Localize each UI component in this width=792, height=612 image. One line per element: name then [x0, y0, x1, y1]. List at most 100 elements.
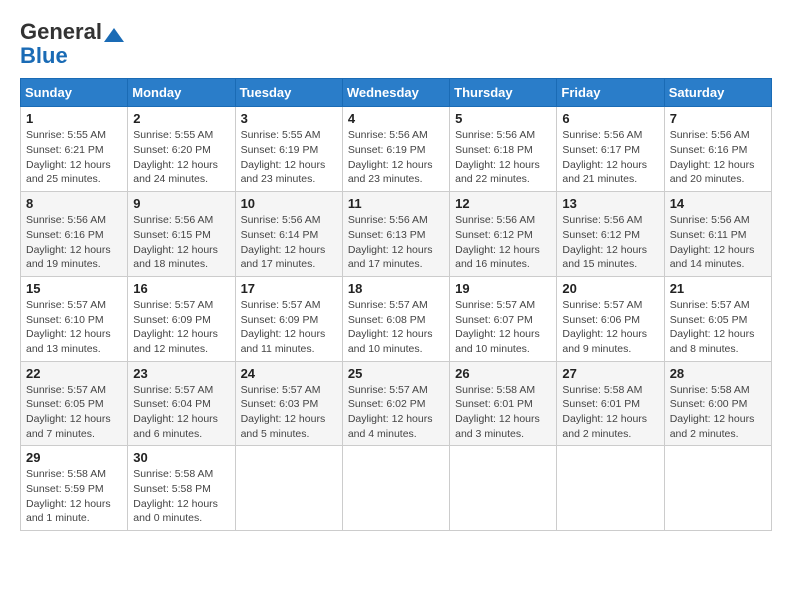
day-number: 5 — [455, 111, 551, 126]
day-cell-4: 4 Sunrise: 5:56 AMSunset: 6:19 PMDayligh… — [342, 107, 449, 192]
day-info: Sunrise: 5:55 AMSunset: 6:21 PMDaylight:… — [26, 129, 111, 185]
day-header-saturday: Saturday — [664, 79, 771, 107]
day-cell-3: 3 Sunrise: 5:55 AMSunset: 6:19 PMDayligh… — [235, 107, 342, 192]
day-info: Sunrise: 5:57 AMSunset: 6:02 PMDaylight:… — [348, 384, 433, 440]
empty-cell — [557, 446, 664, 531]
day-number: 10 — [241, 196, 337, 211]
day-info: Sunrise: 5:57 AMSunset: 6:04 PMDaylight:… — [133, 384, 218, 440]
day-number: 22 — [26, 366, 122, 381]
day-info: Sunrise: 5:56 AMSunset: 6:16 PMDaylight:… — [26, 214, 111, 270]
day-cell-9: 9 Sunrise: 5:56 AMSunset: 6:15 PMDayligh… — [128, 192, 235, 277]
week-row-4: 22 Sunrise: 5:57 AMSunset: 6:05 PMDaylig… — [21, 361, 772, 446]
day-cell-19: 19 Sunrise: 5:57 AMSunset: 6:07 PMDaylig… — [450, 276, 557, 361]
day-header-monday: Monday — [128, 79, 235, 107]
day-number: 13 — [562, 196, 658, 211]
logo-blue-text: Blue — [20, 43, 68, 68]
day-info: Sunrise: 5:57 AMSunset: 6:09 PMDaylight:… — [241, 299, 326, 355]
day-number: 19 — [455, 281, 551, 296]
day-cell-11: 11 Sunrise: 5:56 AMSunset: 6:13 PMDaylig… — [342, 192, 449, 277]
day-cell-29: 29 Sunrise: 5:58 AMSunset: 5:59 PMDaylig… — [21, 446, 128, 531]
empty-cell — [450, 446, 557, 531]
day-number: 23 — [133, 366, 229, 381]
day-info: Sunrise: 5:55 AMSunset: 6:20 PMDaylight:… — [133, 129, 218, 185]
day-cell-25: 25 Sunrise: 5:57 AMSunset: 6:02 PMDaylig… — [342, 361, 449, 446]
day-cell-14: 14 Sunrise: 5:56 AMSunset: 6:11 PMDaylig… — [664, 192, 771, 277]
day-info: Sunrise: 5:58 AMSunset: 6:00 PMDaylight:… — [670, 384, 755, 440]
day-info: Sunrise: 5:56 AMSunset: 6:13 PMDaylight:… — [348, 214, 433, 270]
day-cell-15: 15 Sunrise: 5:57 AMSunset: 6:10 PMDaylig… — [21, 276, 128, 361]
day-info: Sunrise: 5:56 AMSunset: 6:19 PMDaylight:… — [348, 129, 433, 185]
day-cell-13: 13 Sunrise: 5:56 AMSunset: 6:12 PMDaylig… — [557, 192, 664, 277]
day-header-tuesday: Tuesday — [235, 79, 342, 107]
week-row-3: 15 Sunrise: 5:57 AMSunset: 6:10 PMDaylig… — [21, 276, 772, 361]
day-info: Sunrise: 5:56 AMSunset: 6:17 PMDaylight:… — [562, 129, 647, 185]
day-number: 27 — [562, 366, 658, 381]
day-header-friday: Friday — [557, 79, 664, 107]
day-cell-6: 6 Sunrise: 5:56 AMSunset: 6:17 PMDayligh… — [557, 107, 664, 192]
day-number: 28 — [670, 366, 766, 381]
day-info: Sunrise: 5:56 AMSunset: 6:15 PMDaylight:… — [133, 214, 218, 270]
day-cell-12: 12 Sunrise: 5:56 AMSunset: 6:12 PMDaylig… — [450, 192, 557, 277]
day-info: Sunrise: 5:57 AMSunset: 6:05 PMDaylight:… — [670, 299, 755, 355]
calendar-body: 1 Sunrise: 5:55 AMSunset: 6:21 PMDayligh… — [21, 107, 772, 531]
day-number: 8 — [26, 196, 122, 211]
day-cell-28: 28 Sunrise: 5:58 AMSunset: 6:00 PMDaylig… — [664, 361, 771, 446]
day-number: 11 — [348, 196, 444, 211]
day-info: Sunrise: 5:56 AMSunset: 6:18 PMDaylight:… — [455, 129, 540, 185]
day-number: 30 — [133, 450, 229, 465]
day-number: 3 — [241, 111, 337, 126]
day-number: 15 — [26, 281, 122, 296]
day-cell-22: 22 Sunrise: 5:57 AMSunset: 6:05 PMDaylig… — [21, 361, 128, 446]
logo-icon — [104, 28, 124, 42]
calendar-header: SundayMondayTuesdayWednesdayThursdayFrid… — [21, 79, 772, 107]
day-info: Sunrise: 5:57 AMSunset: 6:09 PMDaylight:… — [133, 299, 218, 355]
day-info: Sunrise: 5:57 AMSunset: 6:03 PMDaylight:… — [241, 384, 326, 440]
day-header-wednesday: Wednesday — [342, 79, 449, 107]
day-cell-2: 2 Sunrise: 5:55 AMSunset: 6:20 PMDayligh… — [128, 107, 235, 192]
day-number: 25 — [348, 366, 444, 381]
day-info: Sunrise: 5:58 AMSunset: 5:59 PMDaylight:… — [26, 468, 111, 524]
day-cell-21: 21 Sunrise: 5:57 AMSunset: 6:05 PMDaylig… — [664, 276, 771, 361]
header-row: SundayMondayTuesdayWednesdayThursdayFrid… — [21, 79, 772, 107]
day-number: 17 — [241, 281, 337, 296]
day-cell-26: 26 Sunrise: 5:58 AMSunset: 6:01 PMDaylig… — [450, 361, 557, 446]
day-info: Sunrise: 5:58 AMSunset: 6:01 PMDaylight:… — [562, 384, 647, 440]
day-cell-8: 8 Sunrise: 5:56 AMSunset: 6:16 PMDayligh… — [21, 192, 128, 277]
page-header: General Blue — [20, 20, 772, 68]
day-number: 26 — [455, 366, 551, 381]
day-cell-7: 7 Sunrise: 5:56 AMSunset: 6:16 PMDayligh… — [664, 107, 771, 192]
day-number: 1 — [26, 111, 122, 126]
day-number: 18 — [348, 281, 444, 296]
day-number: 24 — [241, 366, 337, 381]
day-header-thursday: Thursday — [450, 79, 557, 107]
empty-cell — [664, 446, 771, 531]
week-row-1: 1 Sunrise: 5:55 AMSunset: 6:21 PMDayligh… — [21, 107, 772, 192]
day-cell-1: 1 Sunrise: 5:55 AMSunset: 6:21 PMDayligh… — [21, 107, 128, 192]
day-cell-5: 5 Sunrise: 5:56 AMSunset: 6:18 PMDayligh… — [450, 107, 557, 192]
day-cell-27: 27 Sunrise: 5:58 AMSunset: 6:01 PMDaylig… — [557, 361, 664, 446]
day-cell-30: 30 Sunrise: 5:58 AMSunset: 5:58 PMDaylig… — [128, 446, 235, 531]
day-number: 20 — [562, 281, 658, 296]
day-info: Sunrise: 5:55 AMSunset: 6:19 PMDaylight:… — [241, 129, 326, 185]
logo-general: General — [20, 19, 102, 44]
day-number: 21 — [670, 281, 766, 296]
day-cell-24: 24 Sunrise: 5:57 AMSunset: 6:03 PMDaylig… — [235, 361, 342, 446]
day-cell-20: 20 Sunrise: 5:57 AMSunset: 6:06 PMDaylig… — [557, 276, 664, 361]
day-info: Sunrise: 5:58 AMSunset: 5:58 PMDaylight:… — [133, 468, 218, 524]
logo: General Blue — [20, 20, 124, 68]
day-number: 4 — [348, 111, 444, 126]
day-number: 7 — [670, 111, 766, 126]
empty-cell — [342, 446, 449, 531]
week-row-5: 29 Sunrise: 5:58 AMSunset: 5:59 PMDaylig… — [21, 446, 772, 531]
day-number: 16 — [133, 281, 229, 296]
day-number: 2 — [133, 111, 229, 126]
day-cell-17: 17 Sunrise: 5:57 AMSunset: 6:09 PMDaylig… — [235, 276, 342, 361]
day-info: Sunrise: 5:57 AMSunset: 6:10 PMDaylight:… — [26, 299, 111, 355]
day-number: 12 — [455, 196, 551, 211]
day-info: Sunrise: 5:56 AMSunset: 6:16 PMDaylight:… — [670, 129, 755, 185]
day-info: Sunrise: 5:56 AMSunset: 6:14 PMDaylight:… — [241, 214, 326, 270]
day-info: Sunrise: 5:56 AMSunset: 6:12 PMDaylight:… — [455, 214, 540, 270]
day-cell-18: 18 Sunrise: 5:57 AMSunset: 6:08 PMDaylig… — [342, 276, 449, 361]
empty-cell — [235, 446, 342, 531]
day-header-sunday: Sunday — [21, 79, 128, 107]
